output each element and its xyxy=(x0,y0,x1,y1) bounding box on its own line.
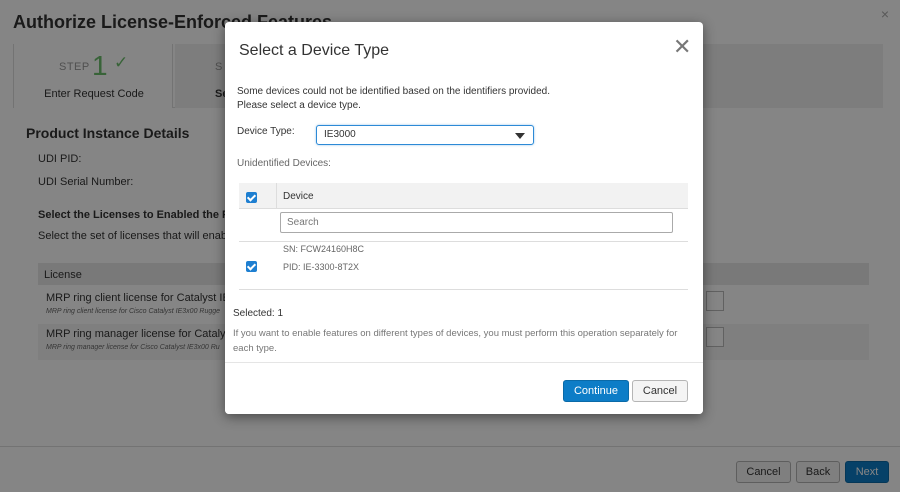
device-type-note: If you want to enable features on differ… xyxy=(233,328,678,354)
column-divider xyxy=(276,183,277,209)
selected-count: Selected: 1 xyxy=(233,308,284,319)
search-input[interactable] xyxy=(280,212,673,233)
cancel-button[interactable]: Cancel xyxy=(632,380,688,402)
device-type-select[interactable]: IE3000 xyxy=(316,125,534,145)
select-device-type-dialog: Select a Device Type ✕ Some devices coul… xyxy=(225,22,703,414)
unidentified-devices-label: Unidentified Devices: xyxy=(237,158,331,169)
dialog-message: Some devices could not be identified bas… xyxy=(237,86,550,97)
close-icon[interactable]: ✕ xyxy=(673,36,691,58)
device-product-id: PID: IE-3300-8T2X xyxy=(283,262,360,272)
device-search-row xyxy=(239,209,688,242)
continue-button[interactable]: Continue xyxy=(563,380,629,402)
dialog-message-instruction: Please select a device type. xyxy=(237,100,361,111)
device-serial-number: SN: FCW24160H8C xyxy=(283,244,365,254)
chevron-down-icon xyxy=(515,133,525,139)
device-type-value: IE3000 xyxy=(324,129,356,140)
dialog-footer: Continue Cancel xyxy=(225,362,703,414)
device-row-checkbox[interactable] xyxy=(246,261,257,272)
select-all-checkbox[interactable] xyxy=(246,192,257,203)
table-row: SN: FCW24160H8C PID: IE-3300-8T2X xyxy=(239,242,688,290)
dialog-title: Select a Device Type xyxy=(239,42,390,59)
device-type-label: Device Type: xyxy=(237,126,295,137)
device-table-header: Device xyxy=(239,183,688,209)
device-column-header: Device xyxy=(283,191,314,202)
